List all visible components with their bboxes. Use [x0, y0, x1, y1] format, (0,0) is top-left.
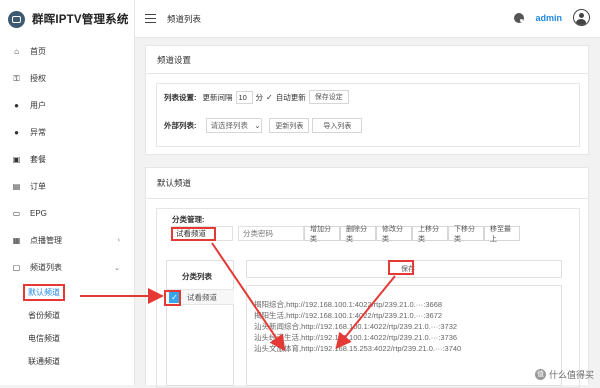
sidebar-item-auth[interactable]: ⚿ 授权 — [0, 65, 134, 92]
sidebar-item-channels[interactable]: ▢ 频道列表 ⌄ — [0, 254, 134, 281]
channel-line: 汕头新闻综合,http://192.168.100.1:4022/rtp/239… — [254, 322, 458, 331]
key-icon: ⚿ — [13, 73, 20, 83]
annotation-box-checkbox — [164, 290, 181, 306]
channel-settings-panel: 频道设置 列表设置: 更新间隔 10 分 ✓ 自动更新 保存设定 外部列表: 请… — [145, 45, 589, 155]
annotation-box-save — [388, 260, 414, 275]
app-title: 群晖IPTV管理系统 — [32, 14, 129, 26]
default-channel-panel: 默认频道 分类管理: 试看频道 分类密码 增加分类 删除分类 修改分类 上移分类… — [145, 167, 589, 388]
watermark-logo-icon: 值 — [534, 369, 546, 380]
palette-icon[interactable] — [514, 12, 525, 23]
user-avatar-icon[interactable] — [573, 9, 590, 26]
sidebar-item-abnormal[interactable]: ● 异常 — [0, 119, 134, 146]
move-down-category-button[interactable]: 下移分类 — [448, 226, 484, 243]
user-alert-icon: ● — [14, 128, 19, 137]
tv-logo-icon — [8, 10, 25, 28]
channel-icon: ▢ — [12, 263, 21, 272]
sidebar-nav: ⌂ 首页 ⚿ 授权 ● 用户 ● 异常 ▣ 套餐 ▤ 订单 ▭ EPG ▦ 点播管理 › ▢ 频道列… — [0, 38, 134, 281]
channel-submenu: 默认频道 省份频道 电信频道 联通频道 — [0, 281, 134, 373]
sidebar-item-epg[interactable]: ▭ EPG — [0, 200, 134, 227]
topbar-actions: admin — [514, 9, 590, 26]
vod-icon: ▦ — [12, 236, 21, 245]
sidebar: 群晖IPTV管理系统 ⌂ 首页 ⚿ 授权 ● 用户 ● 异常 ▣ 套餐 ▤ 订单 ▭ EPG … — [0, 0, 135, 385]
external-list-row: 外部列表: 请选择列表 ⌄ 更新列表 导入列表 — [164, 118, 363, 133]
sidebar-item-home[interactable]: ⌂ 首页 — [0, 38, 134, 65]
sidebar-item-vod[interactable]: ▦ 点播管理 › — [0, 227, 134, 254]
move-up-category-button[interactable]: 上移分类 — [412, 226, 448, 243]
breadcrumb: 频道列表 — [167, 13, 202, 24]
sidebar-item-package[interactable]: ▣ 套餐 — [0, 146, 134, 173]
annotation-box-category-input — [171, 227, 216, 241]
package-icon: ▣ — [12, 155, 21, 164]
user-icon: ● — [14, 101, 19, 110]
username[interactable]: admin — [535, 13, 562, 23]
delete-category-button[interactable]: 删除分类 — [340, 226, 376, 243]
save-settings-button[interactable]: 保存设定 — [308, 90, 349, 104]
auto-update-check-icon[interactable]: ✓ — [266, 93, 273, 102]
update-list-button[interactable]: 更新列表 — [269, 118, 310, 133]
sidebar-item-users[interactable]: ● 用户 — [0, 92, 134, 119]
epg-icon: ▭ — [12, 209, 21, 218]
list-settings-row: 列表设置: 更新间隔 10 分 ✓ 自动更新 保存设定 — [164, 90, 349, 104]
category-list-header: 分类列表 — [182, 272, 212, 281]
channel-line: 汕头经济生活,http://192.168.100.1:4022/rtp/239… — [254, 333, 458, 342]
panel-title: 默认频道 — [146, 168, 588, 199]
home-icon: ⌂ — [14, 47, 19, 56]
edit-category-button[interactable]: 修改分类 — [376, 226, 412, 243]
order-icon: ▤ — [12, 182, 21, 191]
brand: 群晖IPTV管理系统 — [0, 0, 134, 38]
category-mgmt-label: 分类管理: — [172, 215, 205, 224]
channel-line: 汕头文旅体育,http://192.168.15.253:4022/rtp/23… — [254, 344, 462, 353]
add-category-button[interactable]: 增加分类 — [304, 226, 340, 243]
category-toolbar: 试看频道 分类密码 增加分类 删除分类 修改分类 上移分类 下移分类 移至最上 — [171, 226, 520, 243]
chevron-right-icon: › — [117, 237, 120, 244]
panel-title: 频道设置 — [146, 46, 588, 74]
menu-toggle-icon[interactable] — [145, 14, 156, 23]
watermark: 值 什么值得买 — [534, 369, 594, 380]
chevron-down-icon: ⌄ — [114, 264, 120, 272]
move-top-category-button[interactable]: 移至最上 — [484, 226, 520, 243]
sidebar-subitem-default[interactable]: 默认频道 — [0, 281, 134, 304]
channel-line: 揭阳生活,http://192.168.100.1:4022/rtp/239.2… — [254, 311, 443, 320]
external-list-select[interactable]: 请选择列表 — [205, 118, 262, 133]
sidebar-subitem-province[interactable]: 省份频道 — [0, 304, 134, 327]
sidebar-item-orders[interactable]: ▤ 订单 — [0, 173, 134, 200]
interval-input[interactable]: 10 — [235, 90, 253, 104]
channel-line: 揭阳综合,http://192.168.100.1:4022/rtp/239.2… — [254, 300, 443, 309]
sidebar-subitem-telecom[interactable]: 电信频道 — [0, 327, 134, 350]
topbar: 频道列表 admin — [135, 0, 600, 38]
import-list-button[interactable]: 导入列表 — [312, 118, 363, 133]
channel-list: 揭阳综合,http://192.168.100.1:4022/rtp/239.2… — [254, 299, 461, 354]
category-password-input[interactable]: 分类密码 — [238, 226, 304, 241]
sidebar-subitem-unicom[interactable]: 联通频道 — [0, 350, 134, 373]
select-chevron-icon: ⌄ — [254, 122, 261, 130]
